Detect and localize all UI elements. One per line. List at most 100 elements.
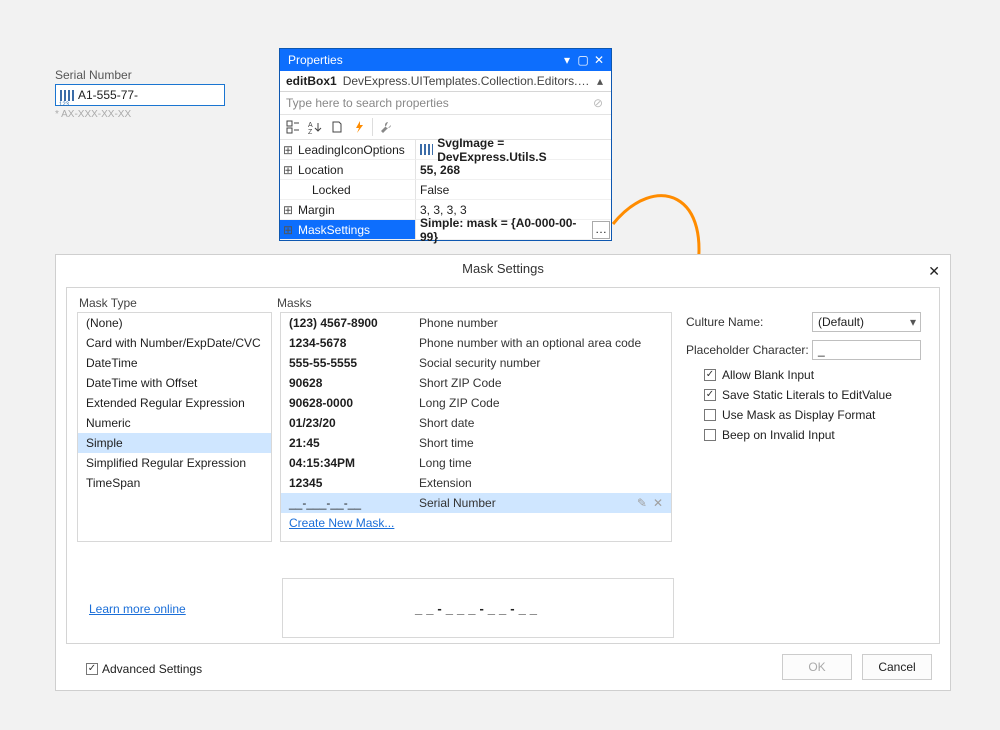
placeholder-char-label: Placeholder Character: xyxy=(686,343,812,357)
mask-value: 01/23/20 xyxy=(289,416,419,430)
mask-item[interactable]: 12345Extension xyxy=(281,473,671,493)
property-value: Simple: mask = {A0-000-00-99} xyxy=(420,216,587,244)
property-pages-icon[interactable] xyxy=(328,118,346,136)
mask-type-item[interactable]: DateTime xyxy=(78,353,271,373)
save-literals-checkbox[interactable] xyxy=(704,389,716,401)
property-key: LeadingIconOptions xyxy=(296,143,405,157)
mask-type-item[interactable]: (None) xyxy=(78,313,271,333)
mask-type-heading: Mask Type xyxy=(79,296,277,310)
mask-item[interactable]: 90628Short ZIP Code xyxy=(281,373,671,393)
clear-search-icon[interactable]: ⊘ xyxy=(591,96,605,110)
mask-type-item[interactable]: Simplified Regular Expression xyxy=(78,453,271,473)
serial-number-input[interactable]: A1-555-77- xyxy=(55,84,225,106)
delete-icon[interactable]: ✕ xyxy=(653,496,663,510)
mask-type-item[interactable]: DateTime with Offset xyxy=(78,373,271,393)
wrench-icon[interactable] xyxy=(377,118,395,136)
property-value: False xyxy=(420,183,449,197)
ok-button[interactable]: OK xyxy=(782,654,852,680)
mask-item[interactable]: __-___-__-__Serial Number✎ ✕ xyxy=(281,493,671,513)
mask-item[interactable]: 1234-5678Phone number with an optional a… xyxy=(281,333,671,353)
property-search-placeholder: Type here to search properties xyxy=(286,96,591,110)
mask-item[interactable]: 21:45Short time xyxy=(281,433,671,453)
object-selector-dropdown-icon[interactable]: ▴ xyxy=(595,74,605,88)
mask-description: Phone number xyxy=(419,316,663,330)
use-mask-display-checkbox[interactable] xyxy=(704,409,716,421)
mask-value: __-___-__-__ xyxy=(289,496,419,510)
beep-invalid-label: Beep on Invalid Input xyxy=(722,428,835,442)
mask-settings-dialog: Mask Settings ✕ Mask Type Masks (None)Ca… xyxy=(55,254,951,691)
mask-item[interactable]: 555-55-5555Social security number xyxy=(281,353,671,373)
mask-value: 1234-5678 xyxy=(289,336,419,350)
property-key: Location xyxy=(296,163,343,177)
mask-description: Social security number xyxy=(419,356,663,370)
culture-name-value: (Default) xyxy=(818,315,864,329)
mask-type-item[interactable]: Extended Regular Expression xyxy=(78,393,271,413)
mask-value: 555-55-5555 xyxy=(289,356,419,370)
mask-item[interactable]: 04:15:34PMLong time xyxy=(281,453,671,473)
allow-blank-checkbox[interactable] xyxy=(704,369,716,381)
property-value: 55, 268 xyxy=(420,163,460,177)
learn-more-link[interactable]: Learn more online xyxy=(89,602,186,616)
mask-value: 90628-0000 xyxy=(289,396,419,410)
mask-description: Phone number with an optional area code xyxy=(419,336,663,350)
property-value: 3, 3, 3, 3 xyxy=(420,203,467,217)
chevron-down-icon: ▾ xyxy=(910,315,916,329)
property-key: Locked xyxy=(296,183,351,197)
mask-description: Long ZIP Code xyxy=(419,396,663,410)
expand-icon[interactable]: ⊞ xyxy=(280,163,296,177)
events-icon[interactable] xyxy=(350,118,368,136)
window-maximize-icon[interactable]: ▢ xyxy=(575,53,591,67)
svg-text:Z: Z xyxy=(308,129,313,134)
mask-type-item[interactable]: Simple xyxy=(78,433,271,453)
mask-item[interactable]: 01/23/20Short date xyxy=(281,413,671,433)
selected-object-class: DevExpress.UITemplates.Collection.Editor… xyxy=(343,74,595,88)
expand-icon[interactable]: ⊞ xyxy=(280,143,296,157)
mask-description: Long time xyxy=(419,456,663,470)
placeholder-char-input[interactable]: _ xyxy=(812,340,921,360)
create-new-mask-link[interactable]: Create New Mask... xyxy=(281,513,671,533)
beep-invalid-checkbox[interactable] xyxy=(704,429,716,441)
property-row[interactable]: ⊞MaskSettingsSimple: mask = {A0-000-00-9… xyxy=(280,220,611,240)
save-literals-label: Save Static Literals to EditValue xyxy=(722,388,892,402)
advanced-settings-checkbox[interactable] xyxy=(86,663,98,675)
allow-blank-label: Allow Blank Input xyxy=(722,368,814,382)
property-row[interactable]: ⊞Location 55, 268 xyxy=(280,160,611,180)
culture-name-dropdown[interactable]: (Default) ▾ xyxy=(812,312,921,332)
expand-icon[interactable]: ⊞ xyxy=(280,203,296,217)
edit-icon[interactable]: ✎ xyxy=(637,496,647,510)
mask-value: 90628 xyxy=(289,376,419,390)
window-dropdown-icon[interactable]: ▾ xyxy=(559,53,575,67)
mask-type-item[interactable]: Card with Number/ExpDate/CVC xyxy=(78,333,271,353)
barcode-icon xyxy=(420,144,433,155)
use-mask-display-label: Use Mask as Display Format xyxy=(722,408,875,422)
mask-value: 21:45 xyxy=(289,436,419,450)
property-row[interactable]: Locked False xyxy=(280,180,611,200)
properties-title: Properties xyxy=(288,53,343,67)
window-close-icon[interactable]: ✕ xyxy=(591,53,607,67)
selected-object-name: editBox1 xyxy=(286,74,337,88)
property-search-input[interactable]: Type here to search properties ⊘ xyxy=(280,92,611,115)
serial-number-label: Serial Number xyxy=(55,68,225,82)
ellipsis-button[interactable]: … xyxy=(592,221,610,239)
alphabetical-view-icon[interactable]: AZ xyxy=(306,118,324,136)
mask-description: Extension xyxy=(419,476,663,490)
mask-item[interactable]: 90628-0000Long ZIP Code xyxy=(281,393,671,413)
mask-description: Serial Number xyxy=(419,496,637,510)
barcode-icon xyxy=(60,90,74,101)
serial-number-helper: * AX-XXX-XX-XX xyxy=(55,109,225,120)
dialog-title: Mask Settings xyxy=(56,255,950,282)
mask-type-list: (None)Card with Number/ExpDate/CVCDateTi… xyxy=(77,312,272,542)
placeholder-char-value: _ xyxy=(818,343,825,357)
cancel-button[interactable]: Cancel xyxy=(862,654,932,680)
masks-heading: Masks xyxy=(277,296,312,310)
mask-list: (123) 4567-8900Phone number1234-5678Phon… xyxy=(280,312,672,542)
mask-type-item[interactable]: TimeSpan xyxy=(78,473,271,493)
mask-type-item[interactable]: Numeric xyxy=(78,413,271,433)
property-key: MaskSettings xyxy=(296,223,370,237)
mask-value: 12345 xyxy=(289,476,419,490)
property-row[interactable]: ⊞LeadingIconOptionsSvgImage = DevExpress… xyxy=(280,140,611,160)
dialog-close-icon[interactable]: ✕ xyxy=(928,263,940,280)
expand-icon[interactable]: ⊞ xyxy=(280,223,296,237)
categorized-view-icon[interactable] xyxy=(284,118,302,136)
mask-item[interactable]: (123) 4567-8900Phone number xyxy=(281,313,671,333)
